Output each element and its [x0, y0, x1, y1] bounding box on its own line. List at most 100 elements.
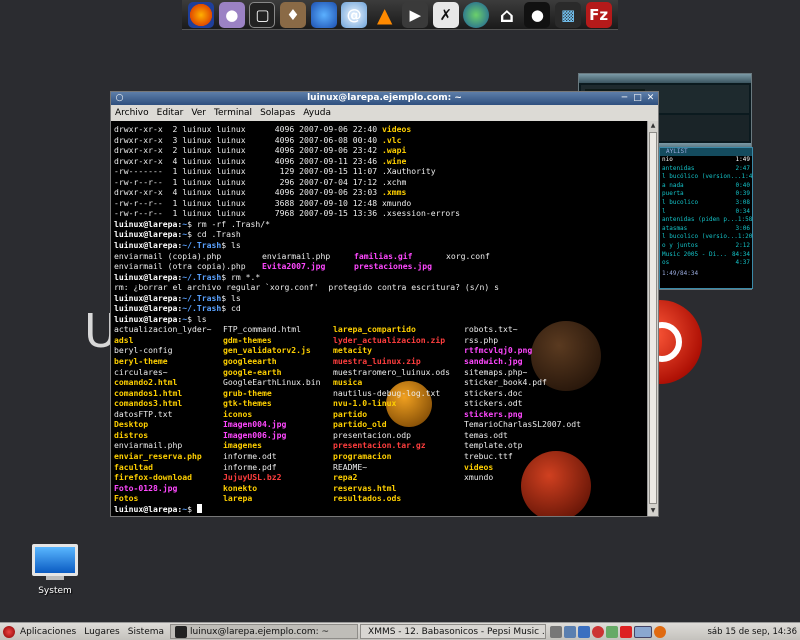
listing-name: .wapi [382, 145, 407, 156]
prompt-user: luinux@larepa: [114, 229, 183, 240]
terminal-menubar: Archivo Editar Ver Terminal Solapas Ayud… [111, 105, 658, 121]
video-editor-icon[interactable]: ▶ [402, 1, 429, 28]
taskbar-xmms[interactable]: XMMS - 12. Babasonicos - Pepsi Music ... [360, 624, 547, 639]
listing-row: -rw-r--r-- 1 luinux luinux 296 2007-07-0… [114, 177, 644, 188]
globe-icon[interactable] [463, 1, 490, 28]
menu-sistema[interactable]: Sistema [128, 627, 164, 637]
menu-lugares[interactable]: Lugares [84, 627, 120, 637]
window-menu-icon[interactable]: ○ [114, 93, 125, 104]
playlist-item[interactable]: l bucólico (version...1:44 [660, 173, 752, 182]
menu-editar[interactable]: Editar [157, 108, 184, 118]
gimp-icon[interactable]: ♦ [279, 1, 306, 28]
listing-name: .xmms [382, 187, 407, 198]
prompt-line: luinux@larepa:~$ cd .Trash [114, 229, 644, 240]
listing-name: .Xauthority [382, 166, 436, 177]
alert-icon[interactable] [620, 625, 633, 638]
playlist-item[interactable]: l 0:34 [660, 208, 752, 217]
update-icon[interactable] [578, 625, 591, 638]
scroll-down-icon[interactable]: ▼ [648, 506, 658, 516]
playlist-item[interactable]: antenidas 2:47 [660, 165, 752, 174]
playlist-item-title: nio [662, 156, 673, 163]
playlist-item[interactable]: os 4:37 [660, 259, 752, 268]
terminal-cursor [196, 503, 202, 513]
file-entry: robots.txt~ [464, 324, 518, 335]
inkscape-icon[interactable]: ✗ [432, 1, 459, 28]
listing-row: -rw------- 1 luinux luinux 129 2007-09-1… [114, 166, 644, 177]
xmms-titlebar[interactable] [579, 74, 751, 83]
playlist-item[interactable]: l bucolico (versio... 1:20 [660, 233, 752, 242]
terminal-window[interactable]: ○ luinux@larepa.ejemplo.com: ~ ─ □ ✕ Arc… [110, 91, 659, 517]
evolution-icon[interactable]: @ [341, 1, 368, 28]
volume-icon[interactable] [550, 625, 563, 638]
file-entry: Evita2007.jpg [262, 261, 326, 272]
file-entry: informe.pdf [223, 461, 277, 472]
tetris-icon[interactable]: ▩ [555, 1, 582, 28]
playlist-item-title: o y juntos [662, 241, 699, 249]
thunderbird-icon[interactable] [310, 1, 337, 28]
terminal-scrollbar[interactable]: ▲ ▼ [647, 121, 658, 516]
playlist-item[interactable]: a nada 0:40 [660, 182, 752, 191]
firefox-icon[interactable] [188, 1, 215, 28]
file-entry: sandwich.jpg [464, 356, 523, 367]
terminal-output[interactable]: drwxr-xr-x 2 luinux luinux 4096 2007-09-… [111, 121, 647, 516]
file-entry [464, 493, 604, 504]
xmms-playlist[interactable]: AYLIST nio 1:49 antenidas 2:47 l bucólico (v… [659, 147, 753, 289]
scrollbar-thumb[interactable] [649, 132, 657, 504]
ipod-icon[interactable]: ▢ [249, 1, 276, 28]
file-entry: imagenes [223, 440, 262, 451]
playlist-item-time: 3:08 [735, 198, 750, 206]
playlist-item[interactable]: atasmas 3:06 [660, 225, 752, 234]
playlist-item[interactable]: o y juntos 2:12 [660, 242, 752, 251]
playlist-item[interactable]: Music 2005 - Di... 84:34 [660, 251, 752, 260]
maximize-icon[interactable]: □ [632, 93, 643, 104]
menu-aplicaciones[interactable]: Aplicaciones [20, 627, 76, 637]
file-entry: enviarmail (otra copia).php [114, 261, 246, 272]
file-entry: presentacion.tar.gz [333, 440, 426, 451]
filezilla-icon[interactable]: Fz [585, 1, 612, 28]
network-icon[interactable] [564, 625, 577, 638]
menu-solapas[interactable]: Solapas [260, 108, 295, 118]
fedora-menu-icon[interactable] [3, 625, 15, 638]
file-entry: temas.odt [464, 429, 508, 440]
home-icon[interactable]: ⌂ [494, 2, 520, 28]
minimize-icon[interactable]: ─ [619, 93, 630, 104]
file-entry: Imagen004.jpg [223, 419, 287, 430]
prompt-line: luinux@larepa:~$ [114, 503, 644, 515]
playlist-item-time: 3:06 [735, 224, 750, 232]
menu-ayuda[interactable]: Ayuda [303, 108, 331, 118]
file-entry: konekto [223, 482, 258, 493]
file-entry: enviarmail.php [114, 440, 183, 451]
vlc-icon[interactable]: ▲ [372, 2, 398, 28]
stop-icon[interactable] [592, 625, 605, 638]
workspace-switcher-icon[interactable] [634, 625, 653, 638]
playlist-item[interactable]: antenidas (piden p... 1:58 [660, 216, 752, 225]
file-entry: JujuyUSL.bz2 [223, 472, 282, 483]
tux-icon[interactable]: ● [524, 1, 551, 28]
playlist-item[interactable]: nio 1:49 [660, 156, 752, 165]
terminal-titlebar[interactable]: ○ luinux@larepa.ejemplo.com: ~ ─ □ ✕ [111, 92, 658, 105]
playlist-item[interactable]: l bucolico 3:08 [660, 199, 752, 208]
taskbar-terminal[interactable]: luinux@larepa.ejemplo.com: ~ [170, 624, 359, 639]
playlist-item-title: l bucolico (versio... [662, 233, 738, 241]
scroll-up-icon[interactable]: ▲ [648, 121, 658, 131]
desktop-icon-system[interactable]: System [28, 544, 82, 596]
menu-ver[interactable]: Ver [191, 108, 206, 118]
pidgin-icon[interactable]: ● [218, 1, 245, 28]
panel-clock[interactable]: sáb 15 de sep, 14:36 [707, 627, 800, 637]
file-entry: gen_validatorv2.js [223, 345, 311, 356]
menu-terminal[interactable]: Terminal [214, 108, 252, 118]
prompt-line: luinux@larepa:~/.Trash$ rm *.* [114, 272, 644, 283]
file-entry: prestaciones.jpg [354, 261, 432, 272]
applet-icon[interactable] [606, 625, 619, 638]
terminal-icon [175, 625, 188, 638]
close-icon[interactable]: ✕ [645, 93, 656, 104]
firefox-tray-icon[interactable] [654, 625, 667, 638]
file-entry: gtk-themes [223, 398, 272, 409]
playlist-item-time: 0:39 [735, 190, 750, 198]
menu-archivo[interactable]: Archivo [115, 108, 149, 118]
playlist-item[interactable]: puerta 0:39 [660, 190, 752, 199]
prompt-path: ~/.Trash [182, 292, 222, 303]
file-entry: circulares~ [114, 366, 168, 377]
prompt-command: $ ls [187, 313, 207, 324]
file-entry: README~ [333, 461, 368, 472]
